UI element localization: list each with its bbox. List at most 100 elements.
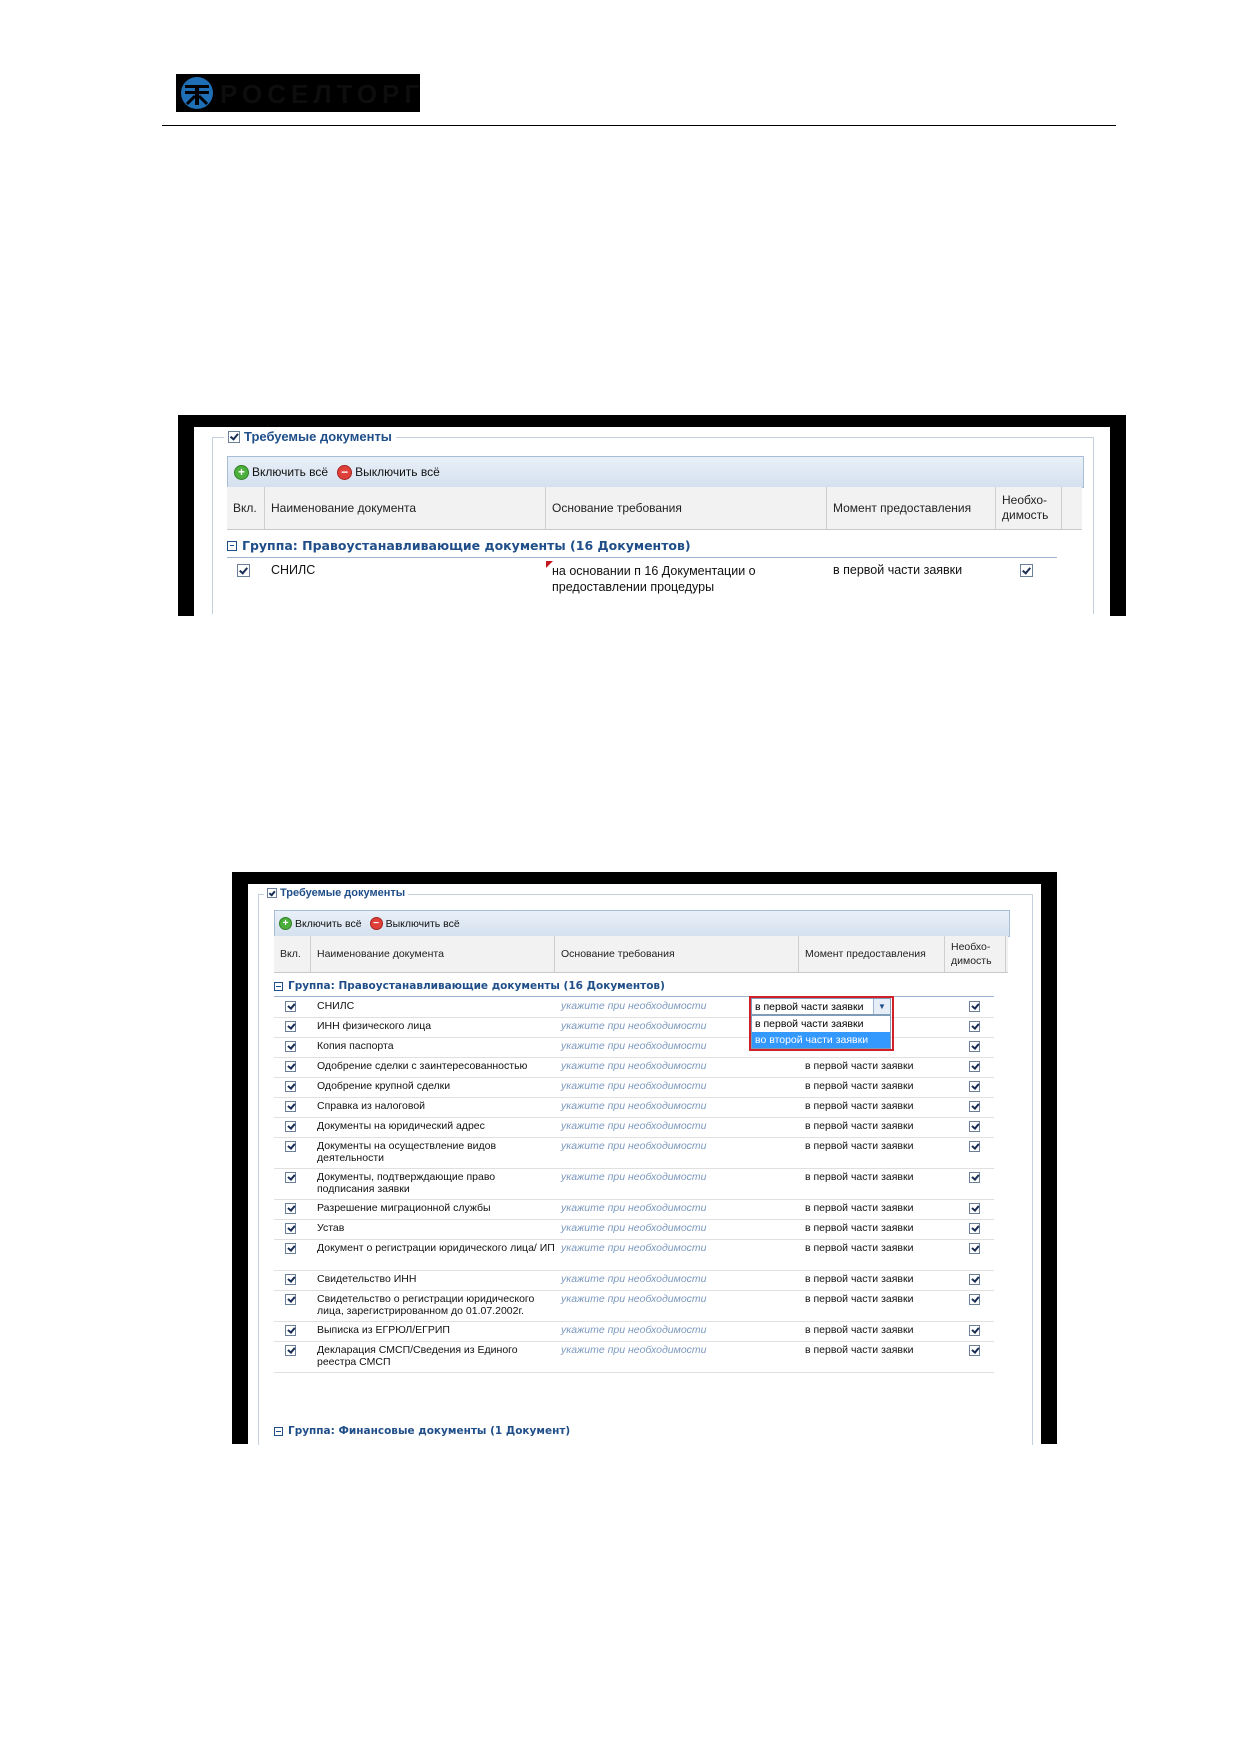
row-basis[interactable]: укажите при необходимости: [555, 1058, 799, 1077]
row-basis[interactable]: укажите при необходимости: [555, 1291, 799, 1321]
group-header[interactable]: Группа: Правоустанавливающие документы (…: [227, 538, 691, 553]
collapse-icon[interactable]: [274, 981, 283, 991]
row-enabled-checkbox[interactable]: [285, 1120, 296, 1132]
row-enabled-checkbox[interactable]: [285, 1324, 296, 1336]
row-moment[interactable]: в первой части заявки: [799, 1138, 945, 1168]
group-header-finance[interactable]: Группа: Финансовые документы (1 Документ…: [274, 1425, 570, 1437]
row-doc-name: Копия паспорта: [317, 1040, 394, 1052]
legend-checkbox[interactable]: [228, 430, 240, 443]
row-enabled-checkbox[interactable]: [285, 1202, 296, 1214]
table-row: Устав укажите при необходимости в первой…: [274, 1220, 1006, 1239]
row-doc-name: Устав: [317, 1222, 345, 1234]
row-necessity-checkbox[interactable]: [969, 1202, 980, 1214]
row-enabled-checkbox[interactable]: [285, 1273, 296, 1285]
row-moment[interactable]: в первой части заявки: [799, 1058, 945, 1077]
required-docs-panel-2: Требуемые документы + Включить всё − Вык…: [248, 884, 1041, 1445]
row-moment[interactable]: в первой части заявки: [799, 1322, 945, 1341]
table-row: Документы, подтверждающие право подписан…: [274, 1169, 1006, 1199]
group-header[interactable]: Группа: Правоустанавливающие документы (…: [274, 980, 665, 992]
row-moment[interactable]: в первой части заявки: [799, 1291, 945, 1321]
row-necessity-checkbox[interactable]: [969, 1100, 980, 1112]
row-basis[interactable]: укажите при необходимости: [555, 1220, 799, 1239]
row-enabled-checkbox[interactable]: [285, 1242, 296, 1254]
row-moment[interactable]: в первой части заявки: [799, 1200, 945, 1219]
table-header: Вкл. Наименование документа Основание тр…: [227, 487, 1082, 530]
row-doc-name: Свидетельство ИНН: [317, 1273, 417, 1285]
row-moment[interactable]: в первой части заявки: [799, 1271, 945, 1290]
row-moment[interactable]: в первой части заявки: [799, 1240, 945, 1270]
collapse-icon[interactable]: [227, 540, 237, 551]
col-enabled: Вкл.: [227, 487, 265, 529]
row-enabled-checkbox[interactable]: [285, 1344, 296, 1356]
row-necessity-checkbox[interactable]: [969, 1324, 980, 1336]
row-moment[interactable]: в первой части заявки: [799, 1098, 945, 1117]
screenshot-2: Требуемые документы + Включить всё − Вык…: [232, 872, 1057, 1445]
row-necessity-checkbox[interactable]: [969, 1293, 980, 1305]
row-moment[interactable]: в первой части заявки: [799, 1118, 945, 1137]
row-moment[interactable]: в первой части заявки: [799, 1220, 945, 1239]
row-enabled-checkbox[interactable]: [285, 1100, 296, 1112]
row-necessity-checkbox[interactable]: [969, 1060, 980, 1072]
row-enabled-checkbox[interactable]: [285, 1060, 296, 1072]
row-moment[interactable]: в первой части заявки: [799, 1342, 945, 1372]
row-moment[interactable]: в первой части заявки: [799, 1169, 945, 1199]
row-necessity-checkbox[interactable]: [969, 1020, 980, 1032]
row-necessity-checkbox[interactable]: [969, 1140, 980, 1152]
table-header: Вкл. Наименование документа Основание тр…: [274, 936, 1008, 973]
row-enabled-checkbox[interactable]: [237, 564, 250, 578]
collapse-icon[interactable]: [274, 1426, 283, 1436]
row-enabled-checkbox[interactable]: [285, 1000, 296, 1012]
row-basis[interactable]: укажите при необходимости: [555, 1240, 799, 1270]
legend-title: Требуемые документы: [244, 429, 392, 444]
row-enabled-checkbox[interactable]: [285, 1020, 296, 1032]
legend-checkbox[interactable]: [267, 888, 277, 898]
row-necessity-checkbox[interactable]: [969, 1344, 980, 1356]
row-basis[interactable]: укажите при необходимости: [555, 1078, 799, 1097]
disable-all-button[interactable]: − Выключить всё: [369, 917, 460, 930]
row-basis[interactable]: укажите при необходимости: [555, 1200, 799, 1219]
row-enabled-checkbox[interactable]: [285, 1171, 296, 1183]
row-basis[interactable]: укажите при необходимости: [555, 1169, 799, 1199]
enable-all-button[interactable]: + Включить всё: [279, 917, 362, 930]
row-doc-name: Декларация СМСП/Сведения из Единого реес…: [317, 1344, 518, 1368]
row-moment[interactable]: в первой части заявки: [827, 563, 996, 595]
row-necessity-checkbox[interactable]: [1020, 564, 1033, 578]
row-necessity-checkbox[interactable]: [969, 1242, 980, 1254]
enable-all-button[interactable]: + Включить всё: [234, 464, 328, 480]
row-basis[interactable]: укажите при необходимости: [555, 1342, 799, 1372]
row-doc-name: Выписка из ЕГРЮЛ/ЕГРИП: [317, 1324, 450, 1336]
row-enabled-checkbox[interactable]: [285, 1222, 296, 1234]
row-basis[interactable]: укажите при необходимости: [555, 1271, 799, 1290]
row-necessity-checkbox[interactable]: [969, 1080, 980, 1092]
enable-all-label: Включить всё: [295, 917, 362, 930]
disable-all-button[interactable]: − Выключить всё: [337, 464, 440, 480]
table-row: Документы на юридический адрес укажите п…: [274, 1118, 1006, 1137]
row-doc-name: Одобрение крупной сделки: [317, 1080, 451, 1092]
row-basis[interactable]: укажите при необходимости: [555, 1098, 799, 1117]
row-doc-name: Документ о регистрации юридического лица…: [317, 1242, 555, 1254]
screenshot-1: Требуемые документы + Включить всё − Вык…: [178, 415, 1126, 616]
row-necessity-checkbox[interactable]: [969, 1222, 980, 1234]
row-basis[interactable]: укажите при необходимости: [555, 1138, 799, 1168]
row-doc-name: Разрешение миграционной службы: [317, 1202, 491, 1214]
row-moment[interactable]: в первой части заявки: [799, 1078, 945, 1097]
row-necessity-checkbox[interactable]: [969, 1000, 980, 1012]
row-necessity-checkbox[interactable]: [969, 1273, 980, 1285]
row-enabled-checkbox[interactable]: [285, 1293, 296, 1305]
table-row: Документ о регистрации юридического лица…: [274, 1240, 1006, 1270]
row-doc-name: ИНН физического лица: [317, 1020, 432, 1032]
row-basis[interactable]: на основании п 16 Документации о предост…: [546, 561, 827, 595]
plus-icon: +: [279, 917, 292, 930]
row-necessity-checkbox[interactable]: [969, 1120, 980, 1132]
row-necessity-checkbox[interactable]: [969, 1040, 980, 1052]
col-moment: Момент предоставления: [827, 487, 996, 529]
row-basis[interactable]: укажите при необходимости: [555, 1118, 799, 1137]
row-enabled-checkbox[interactable]: [285, 1140, 296, 1152]
row-necessity-checkbox[interactable]: [969, 1171, 980, 1183]
row-doc-name: Документы, подтверждающие право подписан…: [317, 1171, 496, 1195]
row-enabled-checkbox[interactable]: [285, 1040, 296, 1052]
minus-icon: −: [337, 464, 353, 480]
table-row: Копия паспорта укажите при необходимости: [274, 1038, 1006, 1057]
row-basis[interactable]: укажите при необходимости: [555, 1322, 799, 1341]
row-enabled-checkbox[interactable]: [285, 1080, 296, 1092]
